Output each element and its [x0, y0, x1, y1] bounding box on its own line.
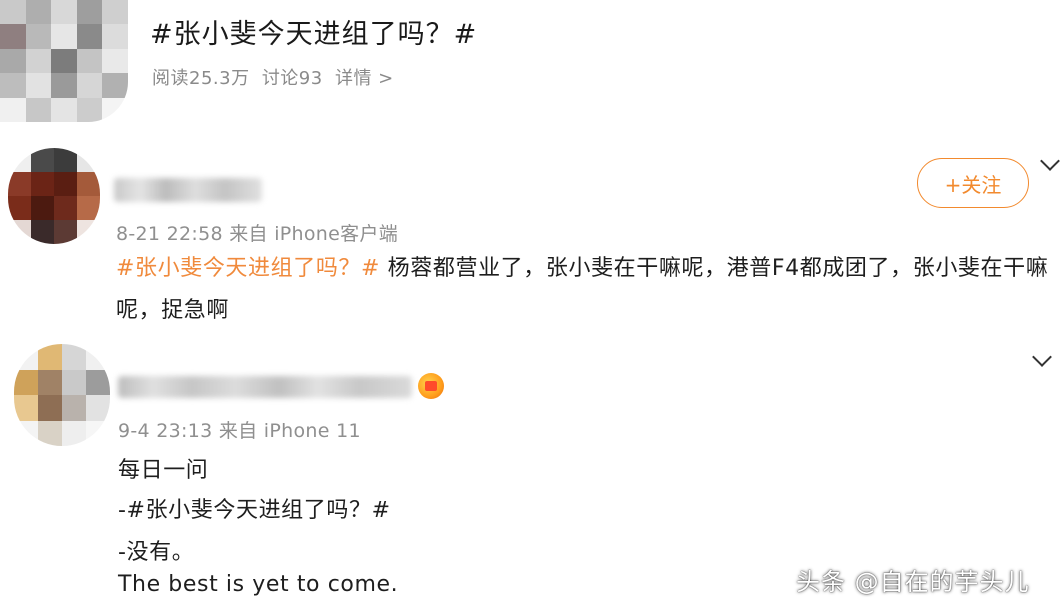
mosaic-cell: [51, 48, 77, 74]
avatar[interactable]: [14, 344, 110, 446]
mosaic-cell: [62, 344, 86, 370]
watermark: 头条 @自在的芋头儿: [796, 568, 1030, 596]
mosaic-cell: [31, 148, 54, 172]
mosaic-cell: [76, 73, 103, 98]
follow-button[interactable]: +关注: [917, 158, 1029, 208]
mosaic-cell: [54, 148, 77, 172]
mosaic-cell: [31, 220, 54, 244]
mosaic-cell: [0, 24, 26, 49]
mosaic-cell: [86, 420, 110, 446]
mosaic-cell: [54, 196, 77, 220]
mosaic-cell: [51, 0, 77, 25]
mosaic-cell: [38, 420, 62, 446]
username-blurred[interactable]: [114, 178, 262, 202]
mosaic-cell: [102, 0, 128, 25]
mosaic-cell: [14, 344, 38, 370]
mosaic-cell: [86, 344, 110, 370]
chevron-down-icon[interactable]: [1040, 151, 1060, 171]
mosaic-cell: [25, 73, 52, 98]
mosaic-cell: [102, 73, 128, 98]
mosaic-cell: [76, 0, 103, 25]
hashtag-link[interactable]: -#张小斐今天进组了吗？#: [118, 492, 391, 524]
mosaic-cell: [8, 220, 31, 244]
mosaic-cell: [8, 148, 31, 172]
topic-reads: 阅读25.3万: [152, 68, 250, 89]
mosaic-cell: [77, 220, 100, 244]
mosaic-cell: [54, 220, 77, 244]
vip-badge-icon: [418, 373, 444, 399]
mosaic-cell: [62, 369, 86, 395]
mosaic-cell: [76, 24, 103, 49]
hashtag-link[interactable]: #张小斐今天进组了吗？#: [116, 256, 380, 281]
mosaic-cell: [77, 148, 100, 172]
mosaic-cell: [62, 420, 86, 446]
topic-discussions: 讨论93: [261, 68, 323, 89]
comment-meta: 9-4 23:13 来自 iPhone 11: [118, 420, 361, 442]
comment-meta: 8-21 22:58 来自 iPhone客户端: [116, 223, 399, 245]
comment-line: 每日一问: [118, 458, 209, 483]
mosaic-cell: [38, 344, 62, 370]
mosaic-cell: [86, 369, 110, 395]
topic-avatar[interactable]: [0, 0, 128, 122]
mosaic-cell: [25, 0, 52, 25]
mosaic-cell: [76, 97, 103, 122]
chevron-down-icon[interactable]: [1032, 347, 1052, 367]
mosaic-cell: [25, 48, 52, 74]
comment-line: -没有。: [118, 540, 195, 565]
mosaic-cell: [38, 395, 62, 421]
mosaic-cell: [8, 196, 31, 220]
topic-title[interactable]: #张小斐今天进组了吗？#: [150, 12, 477, 51]
mosaic-cell: [0, 97, 26, 122]
mosaic-cell: [38, 369, 62, 395]
mosaic-cell: [51, 24, 77, 49]
mosaic-cell: [77, 196, 100, 220]
mosaic-cell: [31, 196, 54, 220]
avatar[interactable]: [8, 148, 100, 244]
mosaic-cell: [0, 0, 26, 25]
mosaic-cell: [76, 48, 103, 74]
mosaic-cell: [0, 73, 26, 98]
mosaic-cell: [54, 172, 77, 196]
topic-stats: 阅读25.3万 讨论93 详情 >: [152, 64, 400, 90]
username-blurred[interactable]: [118, 376, 412, 398]
mosaic-cell: [62, 395, 86, 421]
mosaic-cell: [0, 48, 26, 74]
mosaic-cell: [8, 172, 31, 196]
mosaic-cell: [51, 97, 77, 122]
mosaic-cell: [31, 172, 54, 196]
mosaic-cell: [14, 420, 38, 446]
topic-details-link[interactable]: 详情 >: [335, 68, 394, 89]
mosaic-cell: [102, 24, 128, 49]
mosaic-cell: [77, 172, 100, 196]
mosaic-cell: [25, 97, 52, 122]
comment-line: The best is yet to come.: [118, 572, 399, 597]
comment-text: #张小斐今天进组了吗？# 杨蓉都营业了，张小斐在干嘛呢，港普F4都成团了，张小斐…: [116, 248, 1052, 332]
mosaic-cell: [14, 369, 38, 395]
mosaic-cell: [51, 73, 77, 98]
mosaic-cell: [102, 48, 128, 74]
mosaic-cell: [14, 395, 38, 421]
mosaic-cell: [86, 395, 110, 421]
mosaic-cell: [25, 24, 52, 49]
mosaic-cell: [102, 97, 128, 122]
